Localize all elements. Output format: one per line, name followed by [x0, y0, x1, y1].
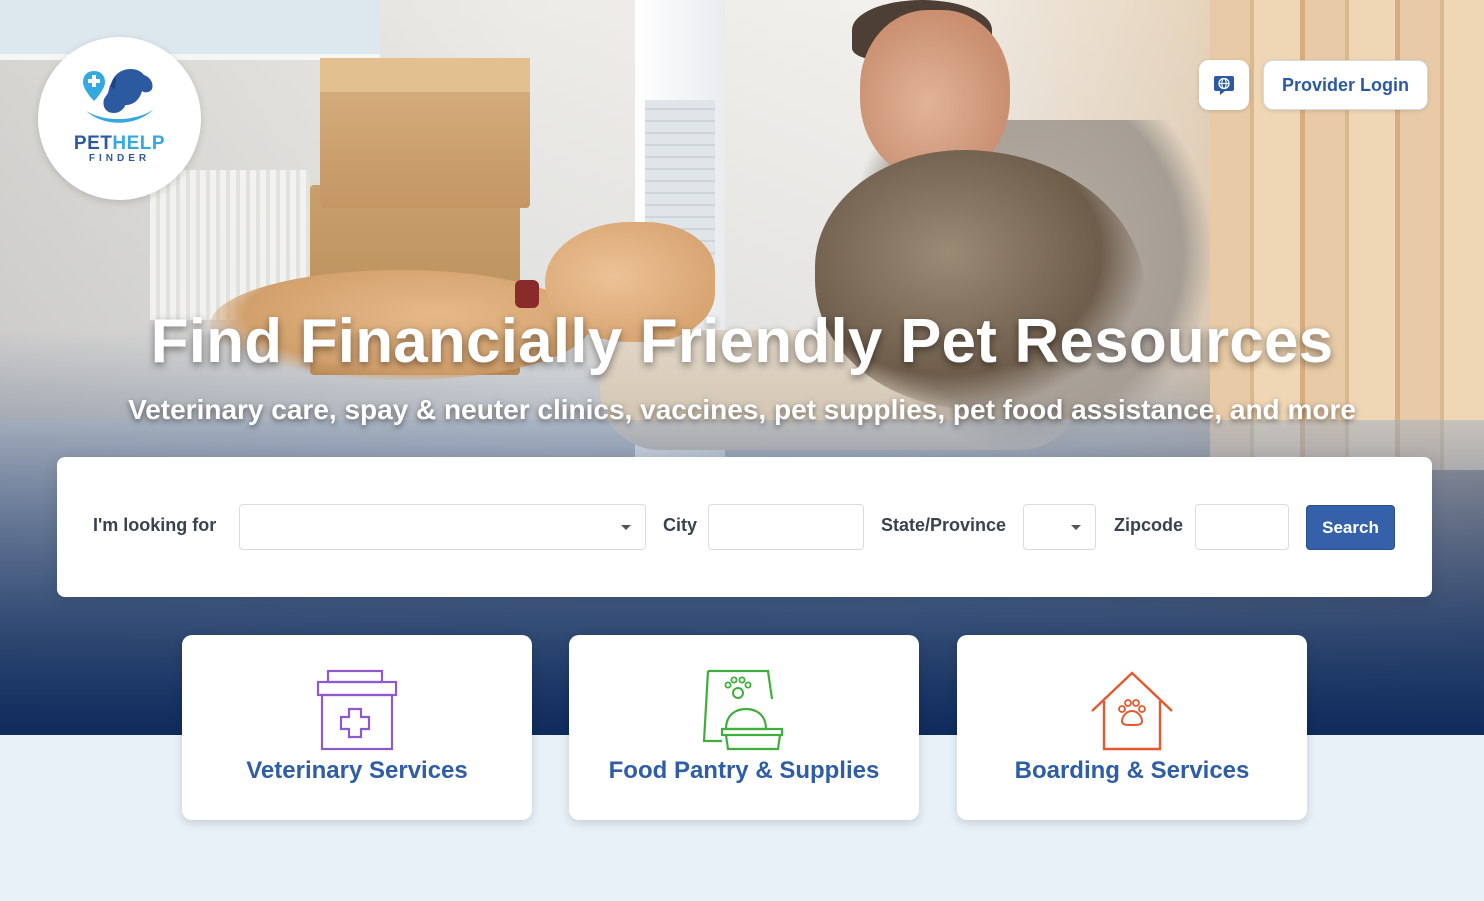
pet-house-icon [1091, 671, 1173, 751]
state-label: State/Province [881, 515, 1007, 535]
site-logo[interactable]: PETHELP FINDER [38, 37, 201, 200]
search-button[interactable]: Search [1306, 505, 1395, 550]
page-subtitle: Veterinary care, spay & neuter clinics, … [128, 394, 1356, 425]
category-label: Veterinary Services [246, 757, 468, 784]
zipcode-input[interactable] [1195, 504, 1289, 550]
pet-logo-icon [82, 69, 154, 123]
category-card-veterinary[interactable]: Veterinary Services [182, 635, 532, 820]
category-label: Food Pantry & Supplies [608, 757, 880, 784]
search-form: I'm looking for City State/Province Zipc… [57, 457, 1432, 597]
city-label: City [663, 515, 698, 535]
globe-icon [1214, 76, 1234, 95]
logo-text-pet: PET [73, 133, 113, 154]
logo-text-help: HELP [112, 133, 166, 154]
chevron-down-icon [621, 525, 631, 530]
category-label: Boarding & Services [1014, 757, 1250, 784]
looking-for-label: I'm looking for [93, 515, 217, 535]
state-select[interactable] [1023, 504, 1096, 550]
provider-login-button[interactable]: Provider Login [1263, 60, 1428, 110]
category-card-food-pantry[interactable]: Food Pantry & Supplies [569, 635, 919, 820]
hero-dog-collar [515, 280, 539, 308]
category-card-boarding[interactable]: Boarding & Services [957, 635, 1307, 820]
logo-text-finder: FINDER [88, 153, 151, 164]
city-input[interactable] [708, 504, 864, 550]
language-button[interactable] [1199, 60, 1249, 110]
logo-wordmark: PETHELP [74, 133, 165, 155]
first-aid-kit-icon [316, 669, 398, 751]
looking-for-select[interactable] [239, 504, 646, 550]
chevron-down-icon [1071, 525, 1081, 530]
zipcode-label: Zipcode [1114, 515, 1184, 535]
page-title: Find Financially Friendly Pet Resources [150, 307, 1334, 376]
pet-food-bag-icon [702, 669, 784, 751]
background-window [0, 0, 380, 60]
background-box-flap [320, 58, 530, 92]
